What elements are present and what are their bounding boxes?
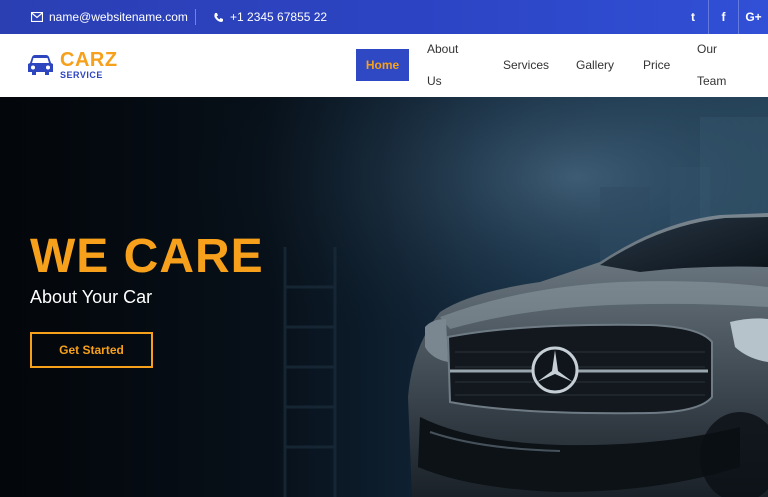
hero-headline: WE CARE — [30, 230, 264, 283]
nav-gallery[interactable]: Gallery — [576, 49, 614, 81]
facebook-icon[interactable]: f — [708, 0, 738, 34]
phone-text: +1 2345 67855 22 — [230, 10, 328, 24]
logo-subtitle: SERVICE — [60, 70, 103, 80]
logo-brand: CARZ — [60, 49, 118, 71]
nav-home[interactable]: Home — [356, 49, 409, 81]
phone-icon — [211, 10, 225, 24]
divider — [195, 9, 196, 25]
top-bar: name@websitename.com +1 2345 67855 22 t … — [0, 0, 768, 34]
email-text: name@websitename.com — [49, 10, 188, 24]
nav-our-team[interactable]: Our Team — [697, 33, 726, 97]
nav-services[interactable]: Services — [503, 49, 549, 81]
logo[interactable]: CARZ SERVICE — [27, 50, 118, 80]
email-contact[interactable]: name@websitename.com — [30, 0, 188, 34]
social-links: t f G+ — [678, 0, 768, 34]
car-icon — [28, 55, 53, 75]
envelope-icon — [30, 10, 44, 24]
google-plus-icon[interactable]: G+ — [738, 0, 768, 34]
nav-about-us[interactable]: About Us — [427, 33, 458, 97]
nav-price[interactable]: Price — [643, 49, 670, 81]
hero-banner: WE CARE About Your Car Get Started — [0, 97, 768, 497]
hero-subheadline: About Your Car — [30, 287, 153, 307]
get-started-button[interactable]: Get Started — [30, 332, 153, 368]
site-header: CARZ SERVICE Home About Us Services Gall… — [0, 34, 768, 97]
phone-contact[interactable]: +1 2345 67855 22 — [211, 0, 327, 34]
twitter-icon[interactable]: t — [678, 0, 708, 34]
